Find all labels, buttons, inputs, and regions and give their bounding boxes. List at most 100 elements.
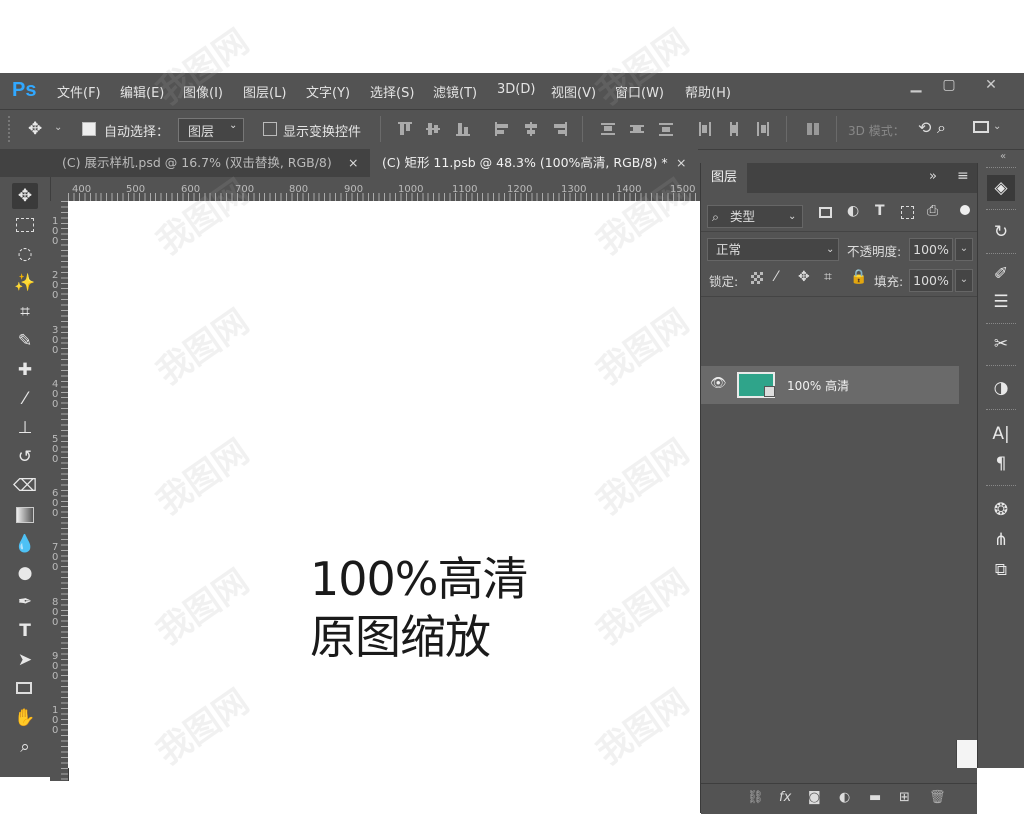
- distribute-top-icon[interactable]: [600, 121, 616, 137]
- tab-document-2[interactable]: (C) 矩形 11.psb @ 48.3% (100%高清, RGB/8) * …: [370, 149, 698, 177]
- distribute-right-icon[interactable]: [755, 121, 771, 137]
- auto-select-checkbox[interactable]: [82, 122, 96, 136]
- move-tool-icon[interactable]: ✥: [12, 183, 38, 209]
- brush-settings-icon[interactable]: ✐: [987, 261, 1015, 287]
- brush-tool-icon[interactable]: ⁄: [12, 386, 38, 412]
- lock-paint-icon[interactable]: ⁄: [775, 269, 777, 285]
- align-bottom-icon[interactable]: [455, 121, 471, 137]
- 3d-orbit-icon[interactable]: ⟲: [918, 118, 931, 137]
- auto-align-icon[interactable]: [805, 121, 821, 137]
- maximize-icon[interactable]: ▢: [936, 77, 962, 97]
- adjustment-layer-icon[interactable]: ◐: [839, 790, 850, 805]
- tab-close-icon[interactable]: ×: [348, 149, 358, 177]
- paths-icon[interactable]: ⋔: [987, 527, 1015, 553]
- collapse-dock-icon[interactable]: «: [1000, 151, 1006, 162]
- align-vcenter-icon[interactable]: [425, 121, 441, 137]
- minimize-icon[interactable]: ▁: [903, 77, 929, 97]
- menu-layer[interactable]: 图层(L): [243, 82, 286, 101]
- tab-close-icon[interactable]: ×: [676, 149, 686, 177]
- layer-filter-dropdown[interactable]: ⌕ 类型 ⌄: [707, 205, 803, 228]
- type-tool-icon[interactable]: T: [12, 618, 38, 644]
- tab-document-1[interactable]: (C) 展示样机.psd @ 16.7% (双击替换, RGB/8) ×: [50, 149, 366, 177]
- marquee-tool-icon[interactable]: [12, 212, 38, 238]
- crop-tool-icon[interactable]: ⌗: [12, 299, 38, 325]
- zoom-tool-icon[interactable]: ⌕: [12, 734, 38, 760]
- layer-row[interactable]: 👁 100% 高清: [701, 366, 959, 404]
- menu-view[interactable]: 视图(V): [551, 82, 596, 101]
- new-layer-icon[interactable]: ⊞: [899, 790, 910, 805]
- auto-select-dropdown[interactable]: 图层 ⌄: [178, 118, 244, 142]
- distribute-bottom-icon[interactable]: [658, 121, 674, 137]
- fx-icon[interactable]: fx: [779, 790, 791, 805]
- filter-adjustment-icon[interactable]: ◐: [847, 203, 859, 219]
- workspace-icon[interactable]: [973, 121, 989, 133]
- chevron-down-icon[interactable]: ⌄: [955, 238, 973, 261]
- align-top-icon[interactable]: [397, 121, 413, 137]
- menu-3d[interactable]: 3D(D): [497, 82, 535, 97]
- eye-visibility-icon[interactable]: 👁: [710, 376, 727, 391]
- tab-layers[interactable]: 图层: [701, 163, 747, 193]
- history-brush-tool-icon[interactable]: ↺: [12, 444, 38, 470]
- gradient-tool-icon[interactable]: [12, 502, 38, 528]
- lasso-tool-icon[interactable]: ◌: [12, 241, 38, 267]
- filter-type-icon[interactable]: T: [875, 203, 885, 219]
- 3d-icon[interactable]: ⧉: [987, 557, 1015, 583]
- pen-tool-icon[interactable]: ✒: [12, 589, 38, 615]
- properties-icon[interactable]: ☰: [987, 289, 1015, 315]
- collapse-panel-icon[interactable]: »: [929, 169, 937, 184]
- scrollbar[interactable]: [956, 740, 977, 768]
- filter-shape-icon[interactable]: [901, 206, 914, 219]
- add-mask-icon[interactable]: ◙: [808, 790, 821, 805]
- eraser-tool-icon[interactable]: ⌫: [12, 473, 38, 499]
- lock-artboard-icon[interactable]: ⌗: [824, 269, 832, 285]
- delete-layer-icon[interactable]: 🗑: [929, 790, 946, 805]
- paragraph-icon[interactable]: ¶: [987, 451, 1015, 477]
- blur-tool-icon[interactable]: 💧: [12, 531, 38, 557]
- hand-tool-icon[interactable]: ✋: [12, 705, 38, 731]
- align-right-icon[interactable]: [552, 121, 568, 137]
- align-left-icon[interactable]: [494, 121, 510, 137]
- rectangle-tool-icon[interactable]: [12, 676, 38, 702]
- move-tool-preset-icon[interactable]: ✥: [28, 119, 42, 139]
- filter-toggle-icon[interactable]: [960, 205, 970, 215]
- chevron-down-icon[interactable]: ⌄: [54, 122, 62, 133]
- channels-icon[interactable]: ❂: [987, 497, 1015, 523]
- align-hcenter-icon[interactable]: [523, 121, 539, 137]
- menu-filter[interactable]: 滤镜(T): [433, 82, 477, 101]
- blend-mode-dropdown[interactable]: 正常 ⌄: [707, 238, 839, 261]
- tool-presets-icon[interactable]: ✂: [987, 331, 1015, 357]
- new-group-icon[interactable]: ▬: [869, 790, 881, 805]
- lock-all-icon[interactable]: 🔒: [850, 269, 867, 285]
- close-icon[interactable]: ✕: [978, 77, 1004, 97]
- distribute-vcenter-icon[interactable]: [629, 121, 645, 137]
- chevron-down-icon[interactable]: ⌄: [955, 269, 973, 292]
- magic-wand-tool-icon[interactable]: ✨: [12, 270, 38, 296]
- history-icon[interactable]: ↻: [987, 219, 1015, 245]
- lock-transparent-icon[interactable]: [751, 272, 763, 284]
- search-icon[interactable]: ⌕: [937, 118, 946, 138]
- menu-select[interactable]: 选择(S): [370, 82, 414, 101]
- show-transform-checkbox[interactable]: [263, 122, 277, 136]
- character-icon[interactable]: A|: [987, 421, 1015, 447]
- opacity-input[interactable]: 100%: [909, 238, 953, 261]
- path-selection-tool-icon[interactable]: ➤: [12, 647, 38, 673]
- distribute-left-icon[interactable]: [697, 121, 713, 137]
- lock-position-icon[interactable]: ✥: [798, 269, 810, 285]
- chevron-down-icon[interactable]: ⌄: [993, 121, 1001, 132]
- menu-help[interactable]: 帮助(H): [685, 82, 731, 101]
- distribute-hcenter-icon[interactable]: [726, 121, 742, 137]
- adjustments-icon[interactable]: ◑: [987, 375, 1015, 401]
- filter-smart-object-icon[interactable]: ⎙: [927, 203, 938, 219]
- canvas-text-layer[interactable]: 100%高清 原图缩放: [310, 550, 550, 666]
- layers-icon[interactable]: ◈: [987, 175, 1015, 201]
- menu-type[interactable]: 文字(Y): [306, 82, 350, 101]
- healing-brush-tool-icon[interactable]: ✚: [12, 357, 38, 383]
- menu-file[interactable]: 文件(F): [57, 82, 101, 101]
- clone-stamp-tool-icon[interactable]: ⊥: [12, 415, 38, 441]
- link-layers-icon[interactable]: ⛓: [747, 790, 764, 805]
- eyedropper-tool-icon[interactable]: ✎: [12, 328, 38, 354]
- panel-menu-icon[interactable]: ≡: [957, 168, 969, 184]
- dodge-tool-icon[interactable]: ●: [12, 560, 38, 586]
- fill-input[interactable]: 100%: [909, 269, 953, 292]
- filter-pixel-icon[interactable]: [819, 207, 832, 218]
